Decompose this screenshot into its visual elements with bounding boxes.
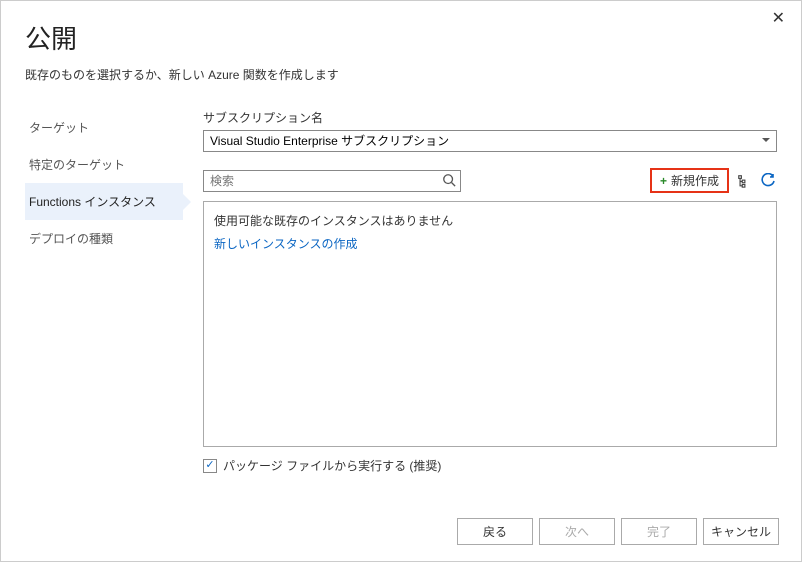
search-input[interactable] [203, 170, 461, 192]
nav-item-functions-instance[interactable]: Functions インスタンス [25, 183, 183, 220]
tree-view-icon[interactable] [735, 171, 753, 191]
create-instance-link[interactable]: 新しいインスタンスの作成 [214, 237, 358, 251]
nav-item-deploy-type[interactable]: デプロイの種類 [25, 220, 183, 257]
chevron-down-icon [762, 138, 770, 142]
back-button[interactable]: 戻る [457, 518, 533, 545]
instances-listbox[interactable]: 使用可能な既存のインスタンスはありません 新しいインスタンスの作成 [203, 201, 777, 447]
step-nav: ターゲット 特定のターゲット Functions インスタンス デプロイの種類 [25, 109, 183, 474]
cancel-button[interactable]: キャンセル [703, 518, 779, 545]
subscription-label: サブスクリプション名 [203, 109, 777, 126]
instances-empty-text: 使用可能な既存のインスタンスはありません [214, 212, 766, 229]
refresh-icon[interactable] [759, 171, 777, 191]
page-title: 公開 [25, 19, 777, 56]
close-icon[interactable]: ✕ [772, 11, 785, 27]
run-from-package-label: パッケージ ファイルから実行する (推奨) [223, 457, 441, 474]
new-button[interactable]: + 新規作成 [650, 168, 729, 193]
page-subtitle: 既存のものを選択するか、新しい Azure 関数を作成します [25, 66, 777, 83]
nav-item-specific-target[interactable]: 特定のターゲット [25, 146, 183, 183]
nav-item-target[interactable]: ターゲット [25, 109, 183, 146]
subscription-select[interactable]: Visual Studio Enterprise サブスクリプション [203, 130, 777, 152]
next-button: 次へ [539, 518, 615, 545]
run-from-package-checkbox[interactable]: ✓ [203, 459, 217, 473]
finish-button: 完了 [621, 518, 697, 545]
new-button-label: 新規作成 [671, 172, 719, 189]
plus-icon: + [660, 174, 667, 188]
subscription-value: Visual Studio Enterprise サブスクリプション [210, 134, 449, 148]
